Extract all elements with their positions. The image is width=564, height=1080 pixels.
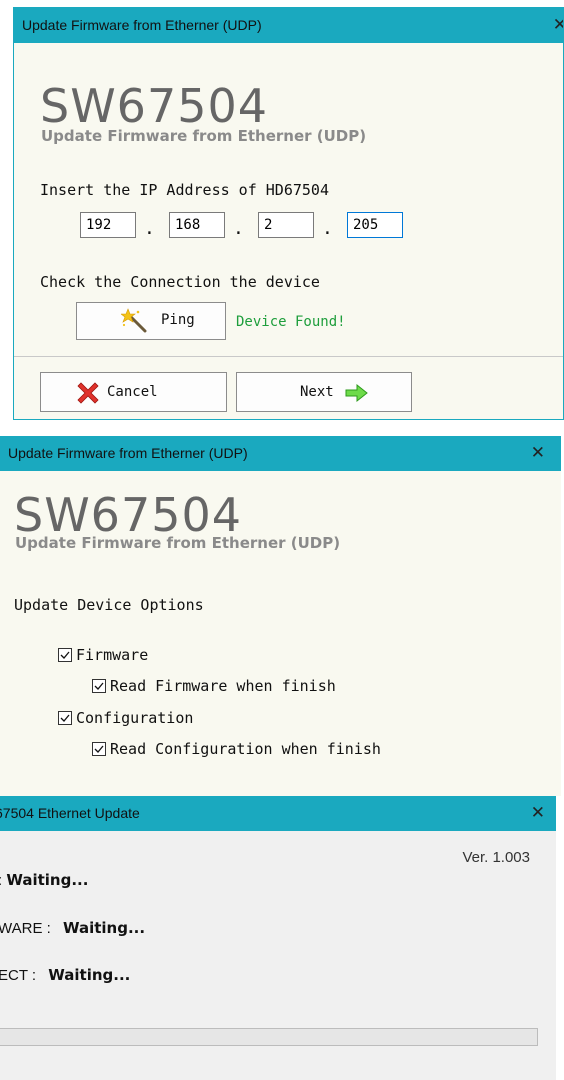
- check-connection-label: Check the Connection the device: [40, 273, 320, 291]
- ip-separator: .: [322, 218, 333, 239]
- window-title: 67504 Ethernet Update: [0, 805, 140, 821]
- ip-address-label: Insert the IP Address of HD67504: [40, 181, 329, 199]
- ip-octet-1[interactable]: [80, 212, 136, 238]
- title-bar: Update Firmware from Etherner (UDP) ✕: [14, 8, 563, 43]
- magic-wand-icon: [120, 308, 147, 334]
- cancel-button[interactable]: Cancel: [40, 372, 227, 412]
- progress-bar: [0, 1028, 538, 1046]
- status-row-value: Waiting...: [48, 966, 131, 984]
- dialog-body: SW67504 Update Firmware from Etherner (U…: [14, 43, 563, 419]
- title-bar: Update Firmware from Etherner (UDP) ✕: [0, 436, 561, 471]
- read-configuration-option-label: Read Configuration when finish: [110, 740, 381, 758]
- read-firmware-checkbox[interactable]: [92, 679, 106, 693]
- product-title: SW67504: [40, 79, 269, 133]
- firmware-option-label: Firmware: [76, 646, 149, 664]
- ip-octet-4[interactable]: [347, 212, 403, 238]
- divider: [14, 356, 563, 357]
- version-label: Ver. 1.003: [462, 849, 530, 866]
- product-subtitle: Update Firmware from Etherner (UDP): [15, 534, 341, 552]
- ip-separator: .: [144, 218, 155, 239]
- status-row: WARE : Waiting...: [0, 919, 145, 937]
- next-button[interactable]: Next: [236, 372, 412, 412]
- product-subtitle: Update Firmware from Etherner (UDP): [41, 127, 367, 145]
- firmware-checkbox[interactable]: [58, 648, 72, 662]
- window-title: Update Firmware from Etherner (UDP): [8, 445, 248, 461]
- ip-separator: .: [233, 218, 244, 239]
- status-row-label: :: [0, 872, 2, 889]
- update-status-panel: Ver. 1.003 : Waiting... WARE : Waiting..…: [0, 831, 556, 1080]
- read-firmware-option-label: Read Firmware when finish: [110, 677, 336, 695]
- update-options-label: Update Device Options: [14, 596, 204, 614]
- red-x-icon: [74, 379, 102, 407]
- update-firmware-dialog-2: Update Firmware from Etherner (UDP) ✕ SW…: [0, 436, 561, 796]
- connection-status: Device Found!: [236, 314, 346, 330]
- status-row-value: Waiting...: [6, 871, 89, 889]
- close-icon[interactable]: ✕: [531, 803, 545, 823]
- close-icon[interactable]: ✕: [531, 443, 545, 463]
- close-icon[interactable]: ✕: [553, 15, 563, 35]
- title-bar: 67504 Ethernet Update ✕: [0, 796, 556, 831]
- configuration-checkbox[interactable]: [58, 711, 72, 725]
- status-row-label: ECT :: [0, 967, 37, 984]
- status-row-value: Waiting...: [62, 919, 146, 937]
- window-title: Update Firmware from Etherner (UDP): [22, 17, 262, 33]
- configuration-option-label: Configuration: [76, 709, 194, 727]
- ip-octet-2[interactable]: [169, 212, 225, 238]
- ping-label: Ping: [161, 312, 195, 328]
- green-arrow-right-icon: [345, 383, 369, 403]
- update-firmware-dialog-1: Update Firmware from Etherner (UDP) ✕ SW…: [13, 7, 564, 420]
- dialog-body: SW67504 Update Firmware from Etherner (U…: [0, 471, 561, 796]
- cancel-label: Cancel: [107, 384, 158, 400]
- ip-octet-3[interactable]: [258, 212, 314, 238]
- product-title: SW67504: [14, 488, 243, 542]
- ping-button[interactable]: Ping: [76, 302, 226, 340]
- status-row: ECT : Waiting...: [0, 966, 130, 984]
- ethernet-update-window: 67504 Ethernet Update ✕ Ver. 1.003 : Wai…: [0, 796, 556, 1080]
- next-label: Next: [300, 384, 334, 400]
- status-row-label: WARE :: [0, 920, 51, 937]
- read-configuration-checkbox[interactable]: [92, 742, 106, 756]
- status-row: : Waiting...: [0, 871, 88, 889]
